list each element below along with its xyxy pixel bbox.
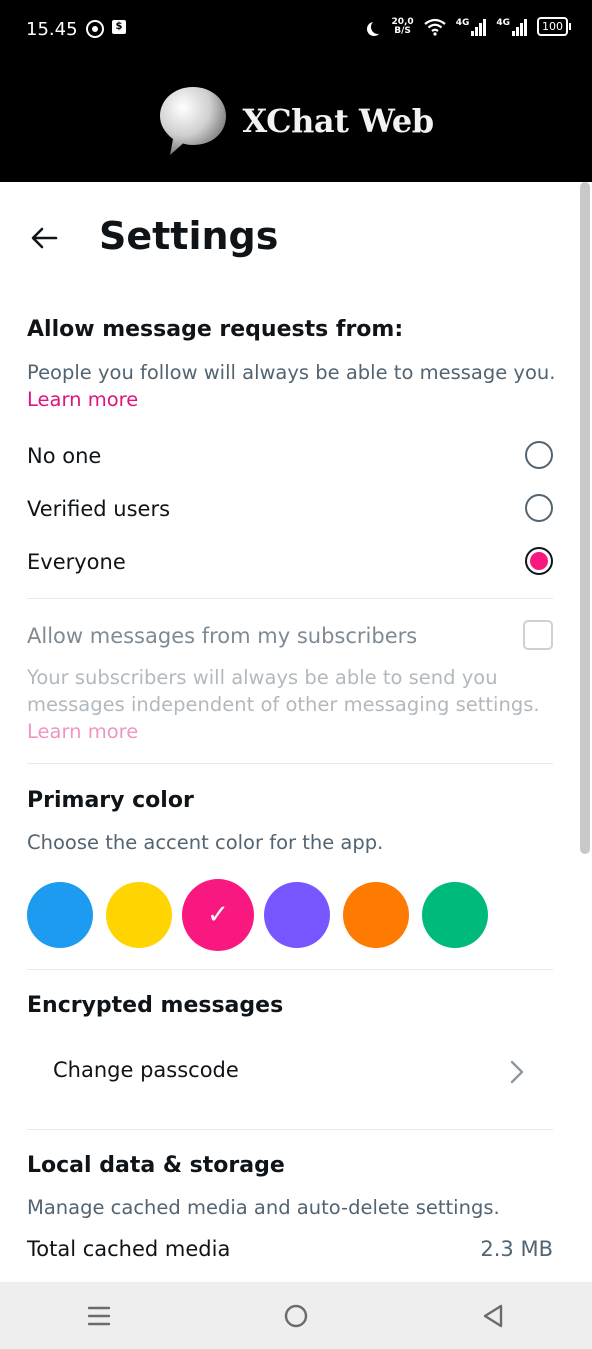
wifi-icon [424,18,446,36]
radio-label: Everyone [27,550,126,574]
recents-button[interactable] [69,1286,129,1346]
home-button[interactable] [266,1286,326,1346]
divider [27,598,553,599]
scrollbar-thumb[interactable] [580,182,590,854]
check-icon: ✓ [207,900,229,930]
radio-option-verified-users[interactable]: Verified users [27,485,553,537]
change-passcode-label: Change passcode [53,1058,239,1082]
status-right-icons: 20,0 B/S 4G 4G 100 [367,17,571,36]
chat-bubble-logo-icon [160,87,227,155]
color-swatch-green[interactable] [422,882,488,948]
color-swatch-yellow[interactable] [106,882,172,948]
primary-color-title: Primary color [27,788,194,813]
local-data-description: Manage cached media and auto-delete sett… [27,1196,500,1219]
total-cached-media-label: Total cached media [27,1237,231,1261]
subscribers-checkbox[interactable] [523,620,553,650]
message-requests-learn-more-link[interactable]: Learn more [27,388,138,411]
radio-button[interactable] [525,494,553,522]
app-header: XChat Web [0,60,592,182]
divider [27,1129,553,1130]
message-requests-description-text: People you follow will always be able to… [27,361,556,384]
arrow-left-icon [31,227,58,249]
subscribers-learn-more-link[interactable]: Learn more [27,720,138,743]
menu-lines-icon [87,1306,110,1325]
triangle-back-icon [484,1304,503,1327]
app-title: XChat Web [242,102,434,140]
network-speed-unit: B/S [394,25,411,36]
status-left-icons: $ [86,20,126,38]
subscribers-checkbox-row[interactable]: Allow messages from my subscribers [27,614,553,658]
notification-app-icon [86,20,104,38]
local-data-title: Local data & storage [27,1153,285,1178]
moon-icon [371,20,385,34]
subscribers-label: Allow messages from my subscribers [27,624,418,648]
circle-icon [284,1304,308,1327]
status-time: 15.45 [26,19,78,40]
subscribers-description: Your subscribers will always be able to … [27,664,557,745]
signal-icon-1: 4G [456,18,487,36]
divider [27,969,553,970]
color-swatch-pink[interactable]: ✓ [182,879,254,951]
back-button[interactable] [22,216,66,260]
network-speed: 20,0 B/S [391,17,413,36]
system-back-button[interactable] [463,1286,523,1346]
radio-button[interactable] [525,441,553,469]
radio-label: No one [27,444,102,468]
page-title: Settings [99,214,279,258]
color-swatch-orange[interactable] [343,882,409,948]
battery-level: 100 [542,20,563,33]
system-navigation-bar [0,1282,592,1349]
status-bar: 15.45 $ 20,0 B/S 4G 4G 100 [0,0,592,60]
shopping-bag-icon: $ [112,20,126,34]
signal2-label: 4G [496,17,510,28]
radio-button-selected[interactable] [525,547,553,575]
color-swatch-blue[interactable] [27,882,93,948]
change-passcode-button[interactable]: Change passcode [27,1040,553,1104]
total-cached-media-value: 2.3 MB [480,1237,553,1261]
total-cached-media-row: Total cached media 2.3 MB [27,1233,553,1269]
signal-icon-2: 4G [496,18,527,36]
color-swatches: ✓ [27,879,488,951]
chevron-right-icon [510,1060,524,1084]
radio-option-no-one[interactable]: No one [27,432,553,484]
message-requests-description: People you follow will always be able to… [27,359,557,413]
radio-option-everyone[interactable]: Everyone [27,538,553,590]
settings-content: Settings Allow message requests from: Pe… [0,182,578,1282]
settings-topbar: Settings [0,182,578,294]
battery-icon: 100 [537,17,571,36]
encrypted-messages-title: Encrypted messages [27,993,284,1018]
message-requests-title: Allow message requests from: [27,317,404,342]
primary-color-description: Choose the accent color for the app. [27,831,384,854]
divider [27,763,553,764]
color-swatch-purple[interactable] [264,882,330,948]
signal1-label: 4G [455,17,470,28]
subscribers-description-text: Your subscribers will always be able to … [27,666,540,716]
radio-label: Verified users [27,497,171,521]
